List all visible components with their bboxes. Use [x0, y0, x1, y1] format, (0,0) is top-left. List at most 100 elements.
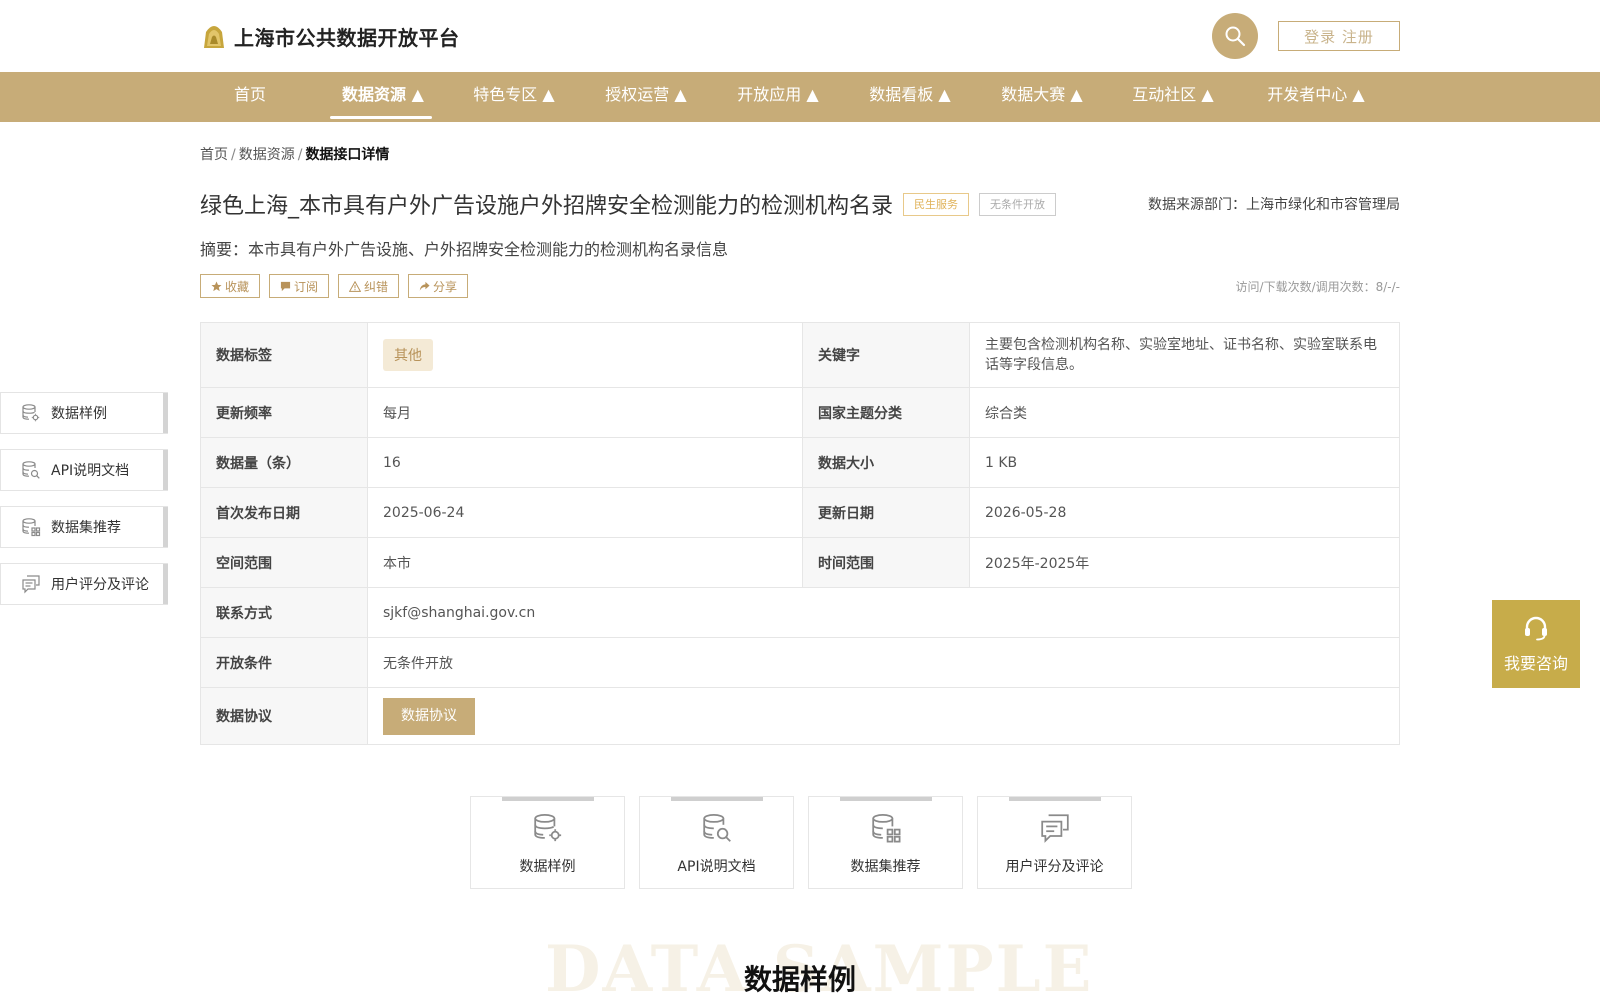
side-item-label: 数据样例 [51, 406, 107, 422]
subscribe-label: 订阅 [294, 279, 319, 294]
data-agreement-button[interactable]: 数据协议 [383, 697, 475, 735]
consult-label: 我要咨询 [1503, 654, 1568, 673]
size-key: 数据大小 [802, 437, 970, 488]
space-range-key: 空间范围 [200, 537, 368, 588]
card-label: 用户评分及评论 [1005, 859, 1104, 875]
open-condition-value: 无条件开放 [367, 637, 1400, 688]
breadcrumb-data-resources[interactable]: 数据资源 [239, 147, 295, 163]
side-item-label: API说明文档 [51, 463, 130, 479]
warning-icon [349, 280, 362, 292]
theme-key: 国家主题分类 [802, 387, 970, 438]
nav-item-authorized-ops[interactable]: 授权运营 ▲ [604, 72, 688, 122]
table-row: 开放条件 无条件开放 [200, 637, 1400, 688]
breadcrumb-separator: / [297, 147, 303, 163]
card-label: 数据样例 [519, 859, 576, 875]
nav-item-community[interactable]: 互动社区 ▲ [1131, 72, 1215, 122]
nav-active-underline [330, 116, 432, 119]
tag-key: 数据标签 [200, 322, 368, 388]
comment-icon [21, 574, 41, 594]
source-department: 数据来源部门：上海市绿化和市容管理局 [1148, 197, 1400, 213]
card-api-doc[interactable]: API说明文档 [639, 796, 794, 889]
card-top-bar [1009, 797, 1101, 801]
open-condition-key: 开放条件 [200, 637, 368, 688]
comment-icon [1036, 811, 1074, 845]
nav-item-open-apps[interactable]: 开放应用 ▲ [736, 72, 820, 122]
share-icon [419, 281, 430, 291]
search-button[interactable] [1212, 13, 1258, 59]
count-key: 数据量（条） [200, 437, 368, 488]
logo-emblem-icon [200, 22, 228, 50]
size-value: 1 KB [969, 437, 1400, 488]
subscribe-icon [280, 281, 291, 291]
time-range-value: 2025年-2025年 [969, 537, 1400, 588]
share-button[interactable]: 分享 [408, 274, 469, 298]
consult-button[interactable]: 我要咨询 [1492, 600, 1580, 688]
nav-item-data-dashboard[interactable]: 数据看板 ▲ [868, 72, 952, 122]
side-item-api-doc[interactable]: API说明文档 [0, 449, 168, 491]
tag-value-cell: 其他 [367, 322, 803, 388]
dataset-info-table: 数据标签 其他 关键字 主要包含检测机构名称、实验室地址、证书名称、实验室联系电… [200, 322, 1400, 745]
table-row: 数据协议 数据协议 [200, 687, 1400, 745]
nav-item-competition[interactable]: 数据大赛 ▲ [1000, 72, 1084, 122]
space-range-value: 本市 [367, 537, 803, 588]
side-item-label: 数据集推荐 [51, 520, 121, 536]
first-publish-key: 首次发布日期 [200, 487, 368, 538]
data-tag-pill[interactable]: 其他 [383, 339, 433, 371]
login-register-button[interactable]: 登录 注册 [1278, 21, 1400, 51]
frequency-key: 更新频率 [200, 387, 368, 438]
breadcrumb-home[interactable]: 首页 [200, 147, 228, 163]
card-ratings[interactable]: 用户评分及评论 [977, 796, 1132, 889]
nav-item-featured[interactable]: 特色专区 ▲ [472, 72, 556, 122]
table-row: 数据量（条） 16 数据大小 1 KB [200, 437, 1400, 488]
update-date-key: 更新日期 [802, 487, 970, 538]
section-title: 数据样例 [743, 963, 856, 996]
site-header: 上海市公共数据开放平台 登录 注册 [0, 0, 1600, 72]
side-item-dataset-recommend[interactable]: 数据集推荐 [0, 506, 168, 548]
card-label: 数据集推荐 [850, 859, 921, 875]
breadcrumb-current: 数据接口详情 [305, 147, 390, 163]
side-item-ratings[interactable]: 用户评分及评论 [0, 563, 168, 605]
nav-item-data-resources[interactable]: 数据资源 ▲ [340, 72, 426, 122]
page-title: 绿色上海_本市具有户外广告设施户外招牌安全检测能力的检测机构名录 [200, 194, 894, 219]
card-top-bar [840, 797, 932, 801]
card-top-bar [502, 797, 594, 801]
favorite-label: 收藏 [225, 279, 250, 294]
card-data-sample[interactable]: 数据样例 [470, 796, 625, 889]
card-top-bar [671, 797, 763, 801]
subscribe-button[interactable]: 订阅 [269, 274, 330, 298]
frequency-value: 每月 [367, 387, 803, 438]
database-grid-icon [21, 517, 41, 537]
theme-value: 综合类 [969, 387, 1400, 438]
open-type-badge: 无条件开放 [979, 192, 1057, 216]
dataset-title-row: 绿色上海_本市具有户外广告设施户外招牌安全检测能力的检测机构名录 民生服务 无条… [200, 188, 1057, 220]
report-error-label: 纠错 [364, 279, 389, 294]
time-range-key: 时间范围 [802, 537, 970, 588]
keyword-key: 关键字 [802, 322, 970, 388]
contact-key: 联系方式 [200, 587, 368, 638]
site-title: 上海市公共数据开放平台 [234, 25, 460, 50]
card-label: API说明文档 [677, 859, 756, 875]
nav-item-developer[interactable]: 开发者中心 ▲ [1266, 72, 1366, 122]
favorite-button[interactable]: 收藏 [200, 274, 261, 298]
access-stats: 访问/下载次数/调用次数：8/-/- [1235, 280, 1400, 294]
card-dataset-recommend[interactable]: 数据集推荐 [808, 796, 963, 889]
report-error-button[interactable]: 纠错 [338, 274, 400, 298]
nav-item-home[interactable]: 首页 [234, 72, 266, 122]
count-value: 16 [367, 437, 803, 488]
first-publish-value: 2025-06-24 [367, 487, 803, 538]
contact-value[interactable]: sjkf@shanghai.gov.cn [367, 587, 1400, 638]
category-badge: 民生服务 [903, 192, 970, 216]
star-icon [211, 280, 222, 291]
table-row: 空间范围 本市 时间范围 2025年-2025年 [200, 537, 1400, 588]
database-grid-icon [867, 811, 905, 845]
table-row: 数据标签 其他 关键字 主要包含检测机构名称、实验室地址、证书名称、实验室联系电… [200, 322, 1400, 388]
update-date-value: 2026-05-28 [969, 487, 1400, 538]
breadcrumb: 首页 / 数据资源 / 数据接口详情 [200, 144, 389, 164]
database-gear-icon [21, 403, 41, 423]
site-logo[interactable]: 上海市公共数据开放平台 [200, 22, 460, 50]
database-search-icon [698, 811, 736, 845]
table-row: 联系方式 sjkf@shanghai.gov.cn [200, 587, 1400, 638]
agreement-key: 数据协议 [200, 687, 368, 745]
side-item-data-sample[interactable]: 数据样例 [0, 392, 168, 434]
breadcrumb-separator: / [231, 147, 236, 163]
